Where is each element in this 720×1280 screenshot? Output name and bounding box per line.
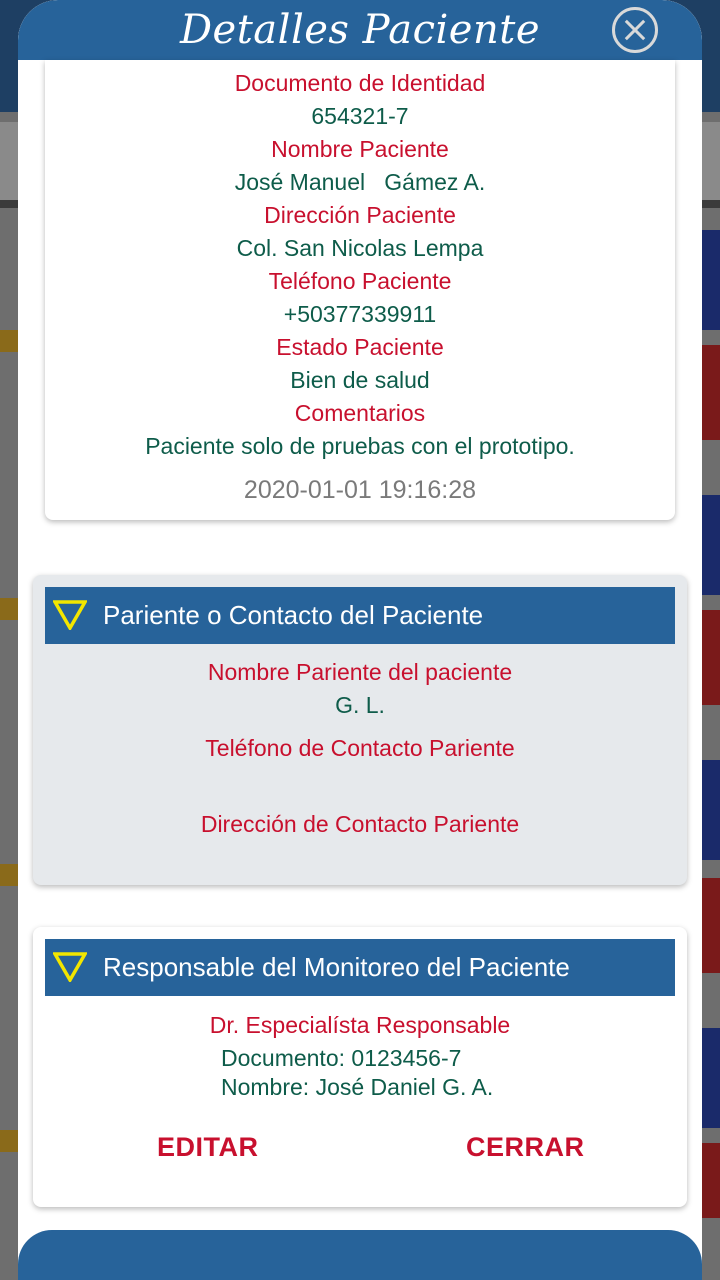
relative-name-value: G. L.	[335, 692, 385, 718]
doctor-name: Nombre: José Daniel G. A.	[221, 1074, 494, 1100]
relative-name-label: Nombre Pariente del paciente	[207, 659, 513, 685]
doctor-document: Documento: 0123456-7	[221, 1045, 462, 1071]
patient-address-value: Col. San Nicolas Lempa	[236, 235, 484, 261]
relative-contact-title: Pariente o Contacto del Paciente	[103, 600, 484, 630]
background-item-marker	[0, 598, 20, 620]
background-item-marker	[0, 330, 20, 352]
dialog-footer	[18, 1230, 702, 1280]
relative-contact-panel: Pariente o Contacto del Paciente Nombre …	[33, 575, 687, 885]
document-label: Documento de Identidad	[234, 70, 486, 96]
document-value: 654321-7	[311, 103, 409, 129]
background-item-edge	[702, 610, 720, 705]
doctor-label: Dr. Especialísta Responsable	[209, 1012, 511, 1038]
edit-button[interactable]: EDITAR	[157, 1127, 259, 1167]
patient-status-label: Estado Paciente	[276, 334, 444, 360]
patient-phone-value: +50377339911	[283, 301, 437, 327]
relative-address-label: Dirección de Contacto Pariente	[200, 811, 520, 837]
background-item-edge	[702, 345, 720, 440]
background-item-edge	[702, 495, 720, 595]
monitoring-header[interactable]: Responsable del Monitoreo del Paciente	[45, 939, 675, 996]
patient-address-label: Dirección Paciente	[264, 202, 456, 228]
patient-name-value: José Manuel Gámez A.	[234, 169, 486, 195]
timestamp: 2020-01-01 19:16:28	[243, 476, 477, 504]
background-item-edge	[702, 760, 720, 860]
close-icon[interactable]	[612, 7, 658, 53]
comments-label: Comentarios	[294, 400, 426, 426]
background-item-edge	[702, 230, 720, 330]
background-item-marker	[0, 1130, 20, 1152]
background-item-edge	[702, 1143, 720, 1218]
close-button[interactable]: CERRAR	[466, 1127, 585, 1167]
relative-contact-header[interactable]: Pariente o Contacto del Paciente	[45, 587, 675, 644]
patient-name-label: Nombre Paciente	[271, 136, 449, 162]
patient-details-dialog: Detalles Paciente Documento de Identidad…	[18, 0, 702, 1280]
triangle-down-icon	[53, 952, 87, 982]
background-item-edge	[702, 1028, 720, 1128]
dialog-title: Detalles Paciente	[179, 7, 540, 53]
comments-value: Paciente solo de pruebas con el prototip…	[145, 433, 575, 459]
dialog-content[interactable]: Documento de Identidad 654321-7 Nombre P…	[18, 60, 702, 1218]
triangle-down-icon	[53, 600, 87, 630]
monitoring-title: Responsable del Monitoreo del Paciente	[103, 952, 570, 982]
background-item-marker	[0, 864, 20, 886]
background-item-edge	[702, 878, 720, 973]
monitoring-panel: Responsable del Monitoreo del Paciente D…	[33, 927, 687, 1207]
patient-status-value: Bien de salud	[290, 367, 430, 393]
patient-info-card: Documento de Identidad 654321-7 Nombre P…	[45, 60, 675, 520]
patient-phone-label: Teléfono Paciente	[268, 268, 452, 294]
dialog-header: Detalles Paciente	[18, 0, 702, 60]
relative-phone-label: Teléfono de Contacto Pariente	[205, 735, 515, 761]
